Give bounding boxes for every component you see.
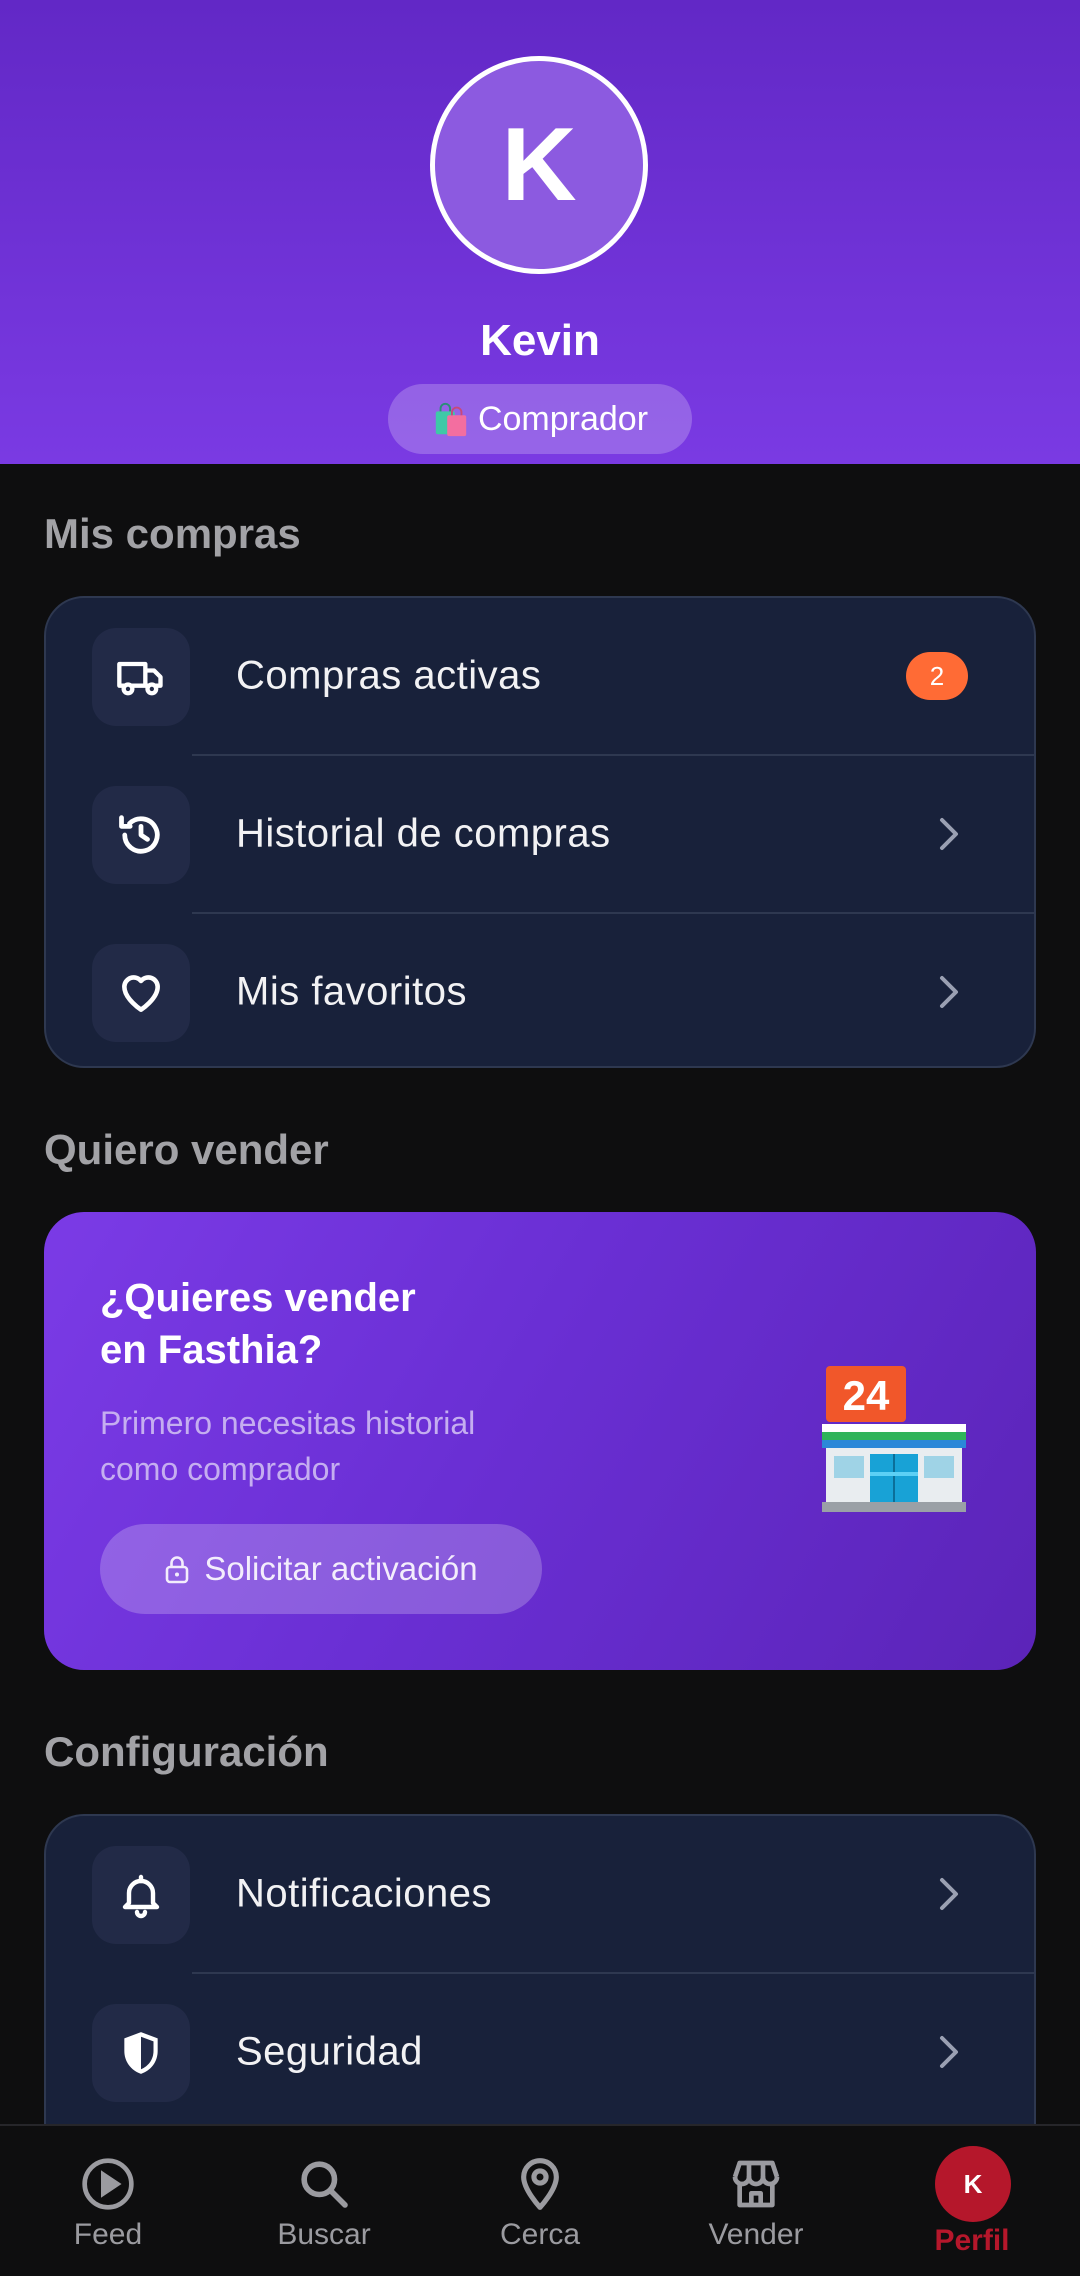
menu-item-label: Mis favoritos	[236, 969, 467, 1014]
nav-item-sell[interactable]: Vender	[648, 2126, 864, 2276]
menu-item-label: Historial de compras	[236, 811, 611, 856]
chevron-right-icon	[940, 818, 958, 850]
lock-icon	[166, 1556, 189, 1584]
nav-item-profile[interactable]: K Perfil	[864, 2126, 1080, 2276]
menu-item-security[interactable]: Seguridad	[46, 1974, 1034, 2130]
bottom-navigation: Feed Buscar Cerca Vender K Perfil	[0, 2124, 1080, 2276]
nav-label: Feed	[73, 2218, 143, 2251]
button-label: Solicitar activación	[204, 1550, 478, 1587]
chevron-right-icon	[940, 1878, 958, 1910]
menu-item-label: Compras activas	[236, 653, 542, 698]
nav-item-feed[interactable]: Feed	[0, 2126, 216, 2276]
history-icon	[92, 786, 190, 884]
menu-item-favorites[interactable]: Mis favoritos	[46, 914, 1034, 1066]
avatar[interactable]: K	[430, 56, 648, 274]
menu-item-label: Notificaciones	[236, 1871, 493, 1916]
promo-description: Primero necesitas historial como comprad…	[100, 1405, 476, 1487]
bell-icon	[92, 1846, 190, 1944]
purchases-card: Compras activas 2 Historial de compras M…	[44, 596, 1036, 1068]
menu-item-notifications[interactable]: Notificaciones	[46, 1816, 1034, 1972]
role-badge: Comprador	[388, 384, 692, 454]
location-pin-icon	[521, 2158, 559, 2210]
heart-icon	[92, 944, 190, 1042]
section-title-purchases: Mis compras	[44, 510, 301, 557]
profile-header: K Kevin Comprador	[0, 0, 1080, 464]
request-activation-button[interactable]: Solicitar activación	[100, 1524, 542, 1614]
menu-item-label: Seguridad	[236, 2029, 423, 2074]
role-label: Comprador	[477, 399, 649, 438]
nav-item-nearby[interactable]: Cerca	[432, 2126, 648, 2276]
avatar: K	[935, 2146, 1011, 2222]
nav-label: Vender	[708, 2218, 804, 2251]
shield-icon	[92, 2004, 190, 2102]
menu-item-active-purchases[interactable]: Compras activas 2	[46, 598, 1034, 754]
promo-title: ¿Quieres vender en Fasthia?	[100, 1276, 416, 1372]
seller-promo-card: ¿Quieres vender en Fasthia? Primero nece…	[44, 1212, 1036, 1670]
chevron-right-icon	[940, 976, 958, 1008]
nav-label: Perfil	[934, 2224, 1010, 2257]
user-name: Kevin	[480, 316, 600, 365]
count-badge: 2	[906, 652, 968, 700]
play-circle-icon	[82, 2158, 134, 2210]
section-title-settings: Configuración	[44, 1728, 329, 1775]
nav-label: Cerca	[499, 2218, 581, 2251]
svg-text:24: 24	[843, 1372, 890, 1419]
menu-item-purchase-history[interactable]: Historial de compras	[46, 756, 1034, 912]
section-title-sell: Quiero vender	[44, 1126, 329, 1173]
truck-icon	[92, 628, 190, 726]
shopping-bags-icon	[435, 402, 467, 437]
nav-item-search[interactable]: Buscar	[216, 2126, 432, 2276]
settings-card: Notificaciones Seguridad	[44, 1814, 1036, 2174]
nav-label: Buscar	[277, 2218, 371, 2251]
chevron-right-icon	[940, 2036, 958, 2068]
search-icon	[301, 2161, 348, 2208]
convenience-store-icon: 24	[822, 1366, 966, 1512]
store-icon	[732, 2160, 780, 2208]
